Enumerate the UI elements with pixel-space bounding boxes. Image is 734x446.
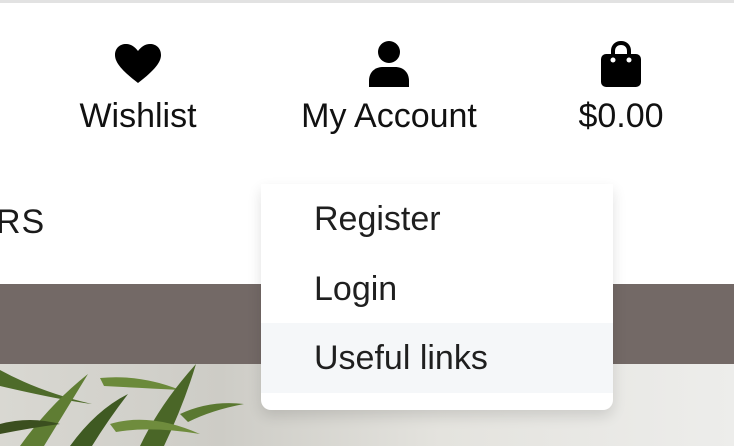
my-account-button[interactable]: My Account bbox=[288, 40, 490, 136]
menu-item-useful-links[interactable]: Useful links bbox=[261, 323, 613, 393]
menu-item-register[interactable]: Register bbox=[261, 184, 613, 254]
shopping-bag-icon bbox=[598, 40, 644, 88]
account-dropdown-menu: Register Login Useful links bbox=[261, 184, 613, 410]
wishlist-label: Wishlist bbox=[79, 97, 197, 135]
my-account-label: My Account bbox=[301, 97, 477, 135]
user-icon bbox=[366, 40, 412, 88]
header-top-border bbox=[0, 0, 734, 3]
menu-item-login[interactable]: Login bbox=[261, 254, 613, 324]
cart-total-label: $0.00 bbox=[578, 97, 664, 135]
wishlist-button[interactable]: Wishlist bbox=[66, 40, 210, 136]
cart-button[interactable]: $0.00 bbox=[568, 40, 674, 136]
nav-menu-item-partial[interactable]: RS bbox=[0, 200, 45, 244]
heart-icon bbox=[115, 40, 161, 88]
